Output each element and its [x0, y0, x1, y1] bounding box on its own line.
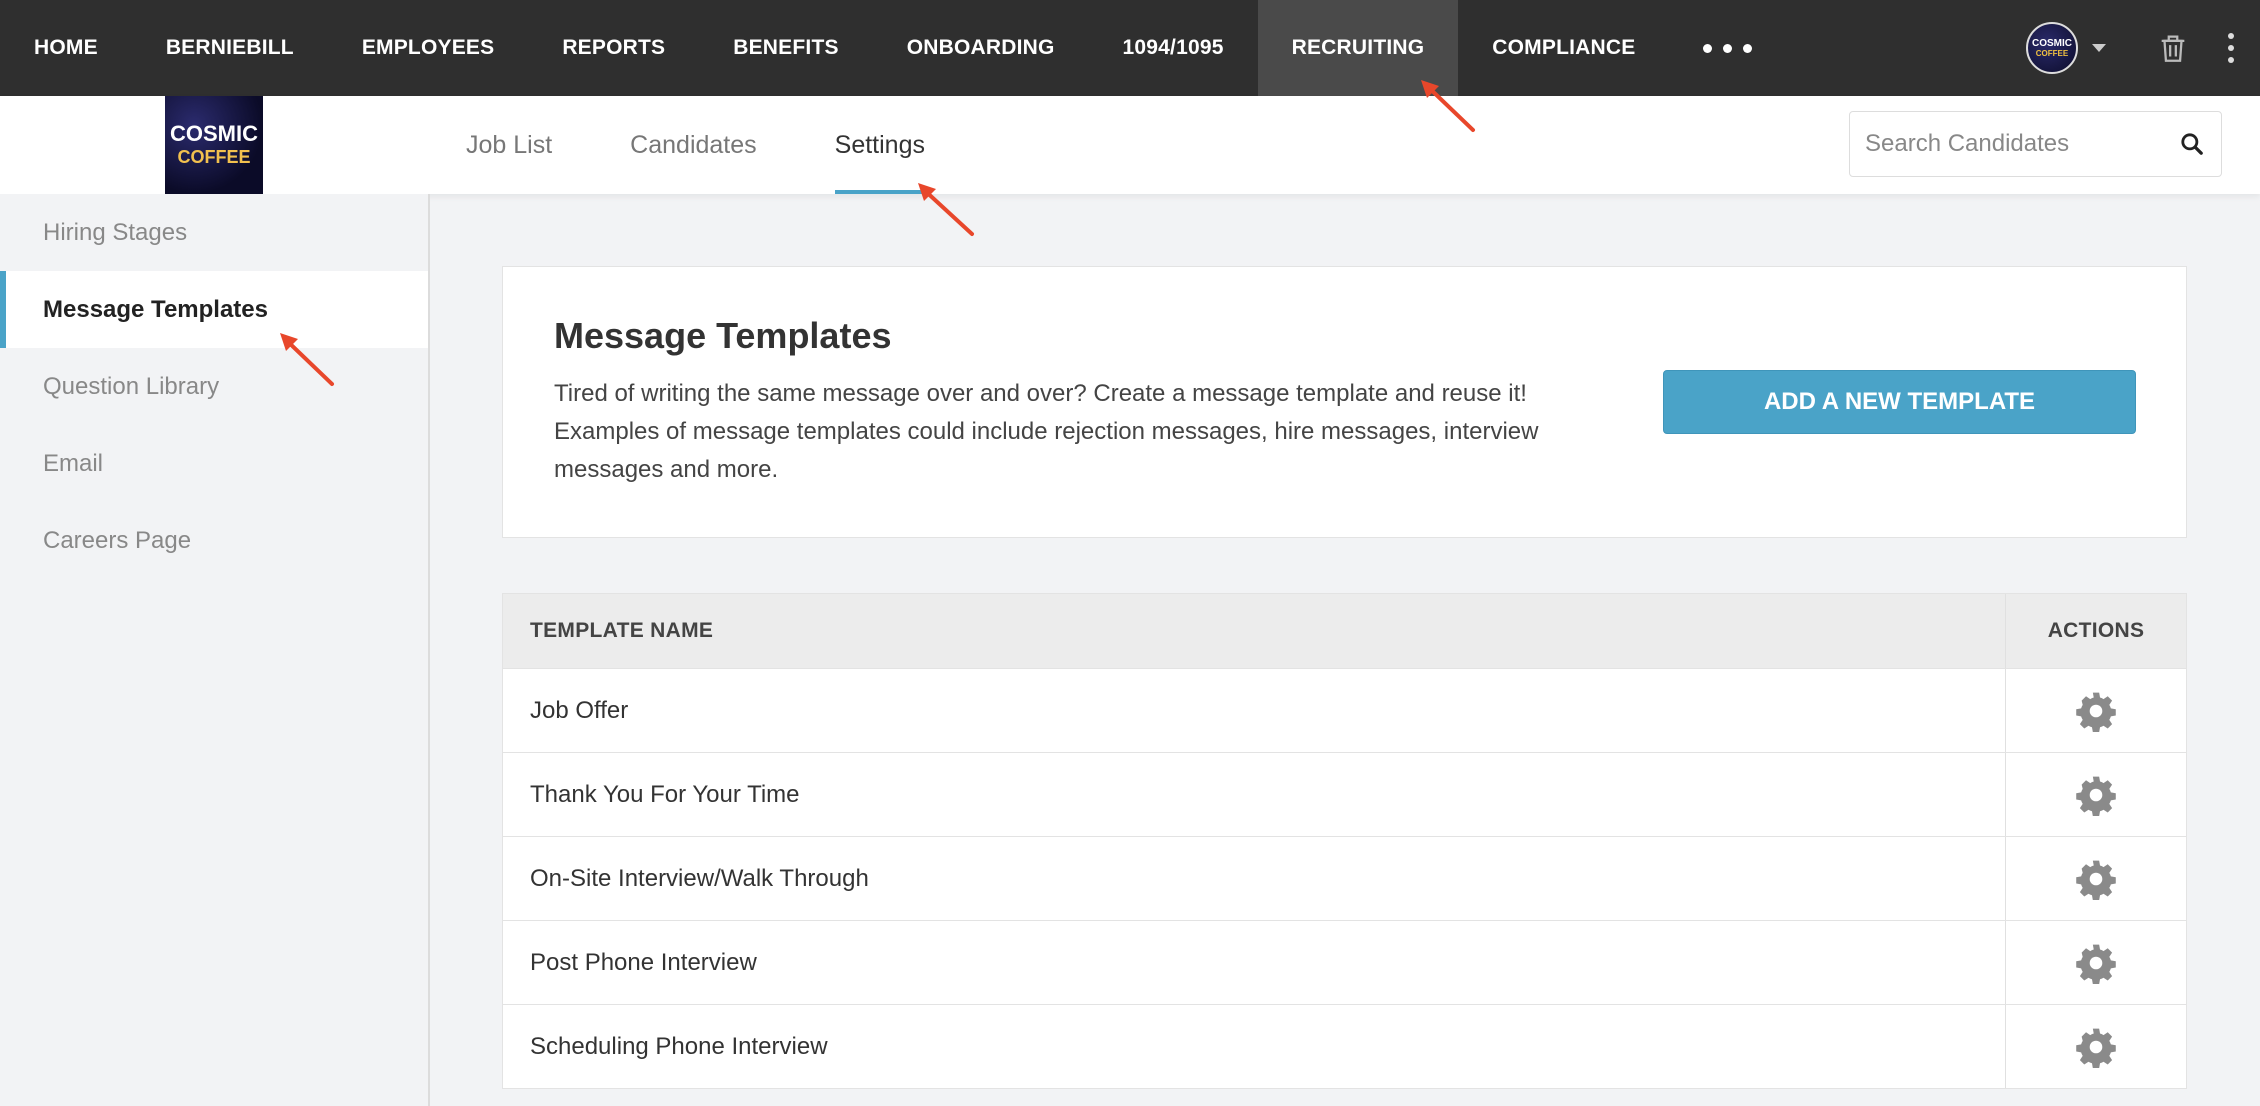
actions-cell — [2006, 669, 2186, 752]
template-name-cell: Thank You For Your Time — [503, 753, 2006, 836]
message-templates-card: Message Templates Tired of writing the s… — [502, 266, 2187, 538]
tab-job-list[interactable]: Job List — [466, 96, 552, 194]
gear-icon[interactable] — [2075, 942, 2117, 984]
more-menu-icon[interactable] — [1669, 0, 1786, 96]
actions-cell — [2006, 921, 2186, 1004]
column-header-actions: ACTIONS — [2047, 619, 2145, 642]
nav-home[interactable]: HOME — [0, 0, 132, 96]
avatar[interactable]: COSMIC COFFEE — [2026, 22, 2078, 74]
actions-cell — [2006, 1005, 2186, 1088]
sidebar-item-careers-page[interactable]: Careers Page — [0, 502, 428, 579]
avatar-text-line1: COSMIC — [2032, 38, 2072, 49]
table-row: Scheduling Phone Interview — [503, 1004, 2186, 1088]
chevron-down-icon[interactable] — [2092, 44, 2106, 52]
add-new-template-button[interactable]: ADD A NEW TEMPLATE — [1663, 370, 2136, 434]
page-description: Tired of writing the same message over a… — [554, 380, 1539, 483]
actions-cell — [2006, 753, 2186, 836]
table-header: TEMPLATE NAME ACTIONS — [503, 594, 2186, 668]
nav-berniebill[interactable]: BERNIEBILL — [132, 0, 328, 96]
nav-1094-1095[interactable]: 1094/1095 — [1089, 0, 1258, 96]
gear-icon[interactable] — [2075, 858, 2117, 900]
search-input[interactable] — [1850, 112, 2179, 176]
tab-settings[interactable]: Settings — [834, 96, 926, 194]
templates-table: TEMPLATE NAME ACTIONS Job Offer Thank Yo… — [502, 593, 2187, 1089]
sub-header: COSMIC COFFEE Job List Candidates Settin… — [0, 96, 2260, 194]
trash-icon[interactable] — [2156, 31, 2190, 65]
gear-icon[interactable] — [2075, 690, 2117, 732]
table-row: On-Site Interview/Walk Through — [503, 836, 2186, 920]
sidebar-item-message-templates[interactable]: Message Templates — [0, 271, 428, 348]
avatar-text-line2: COFFEE — [2035, 49, 2069, 58]
search-icon[interactable] — [2179, 131, 2205, 157]
template-name-cell: On-Site Interview/Walk Through — [503, 837, 2006, 920]
template-name-cell: Job Offer — [503, 669, 2006, 752]
actions-cell — [2006, 837, 2186, 920]
top-navigation: HOME BERNIEBILL EMPLOYEES REPORTS BENEFI… — [0, 0, 2260, 96]
company-logo: COSMIC COFFEE — [165, 96, 263, 194]
sidebar-item-email[interactable]: Email — [0, 425, 428, 502]
template-name-cell: Post Phone Interview — [503, 921, 2006, 1004]
settings-sidebar: Hiring Stages Message Templates Question… — [0, 194, 430, 1106]
nav-benefits[interactable]: BENEFITS — [699, 0, 872, 96]
gear-icon[interactable] — [2075, 774, 2117, 816]
logo-text-line2: COFFEE — [177, 147, 251, 167]
search-box — [1849, 111, 2222, 177]
page-title: Message Templates — [554, 315, 892, 356]
table-row: Post Phone Interview — [503, 920, 2186, 1004]
table-row: Job Offer — [503, 668, 2186, 752]
table-row: Thank You For Your Time — [503, 752, 2186, 836]
column-header-template-name: TEMPLATE NAME — [503, 594, 2006, 668]
sidebar-item-hiring-stages[interactable]: Hiring Stages — [0, 194, 428, 271]
nav-employees[interactable]: EMPLOYEES — [328, 0, 529, 96]
nav-onboarding[interactable]: ONBOARDING — [873, 0, 1089, 96]
template-name-cell: Scheduling Phone Interview — [503, 1005, 2006, 1088]
nav-reports[interactable]: REPORTS — [528, 0, 699, 96]
nav-compliance[interactable]: COMPLIANCE — [1458, 0, 1669, 96]
kebab-menu-icon[interactable] — [2228, 33, 2234, 63]
tab-candidates[interactable]: Candidates — [630, 96, 756, 194]
recruiting-tabs: Job List Candidates Settings — [466, 96, 1003, 194]
nav-recruiting[interactable]: RECRUITING — [1257, 0, 1459, 96]
logo-text-line1: COSMIC — [170, 121, 258, 146]
sidebar-item-question-library[interactable]: Question Library — [0, 348, 428, 425]
nav-right-controls: COSMIC COFFEE — [2026, 0, 2260, 96]
gear-icon[interactable] — [2075, 1026, 2117, 1068]
